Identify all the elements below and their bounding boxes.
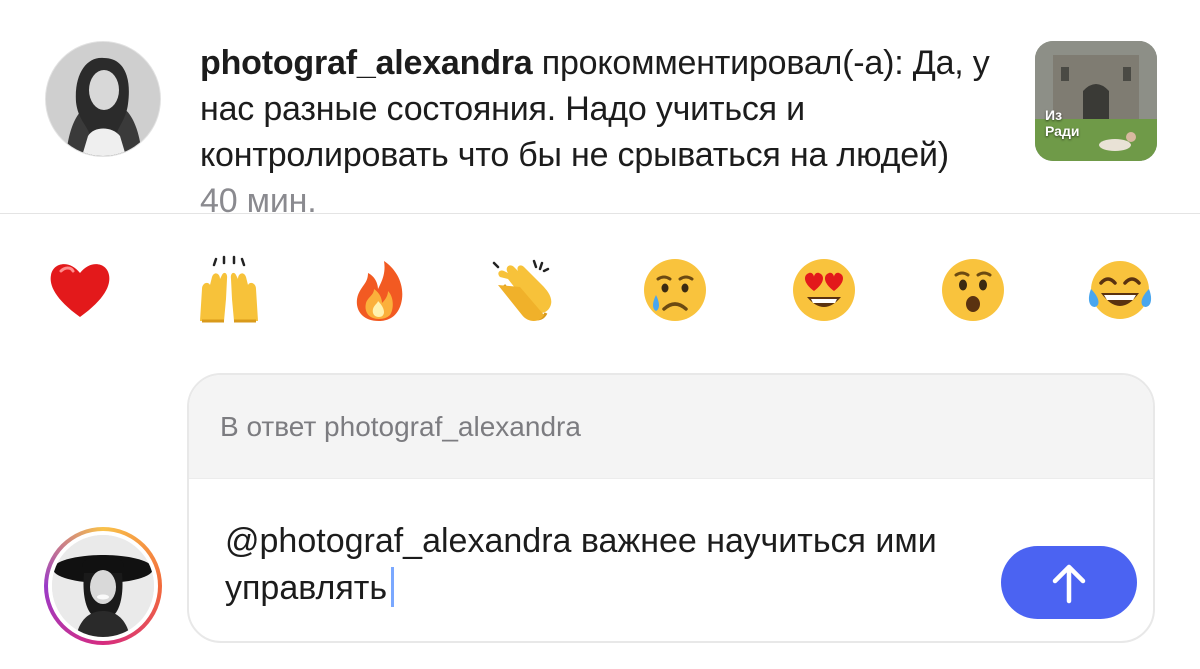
tears-of-joy-emoji-icon[interactable]	[1085, 255, 1155, 327]
arrow-up-icon	[1052, 564, 1086, 603]
fire-emoji-icon[interactable]	[344, 255, 414, 327]
crying-face-emoji-icon[interactable]	[640, 255, 710, 327]
heart-eyes-emoji-icon[interactable]	[789, 255, 859, 327]
post-thumbnail-caption: Из Ради	[1045, 107, 1080, 139]
send-button[interactable]	[1001, 546, 1137, 619]
heart-emoji-icon[interactable]	[45, 255, 115, 327]
comment-time: 40 мин.	[200, 182, 317, 220]
notification-action: прокомментировал(-а):	[532, 44, 913, 82]
commenter-avatar[interactable]	[46, 42, 160, 156]
comment-reply-screen: photograf_alexandra прокомментировал(-а)…	[0, 0, 1200, 669]
reply-to-label: В ответ photograf_alexandra	[220, 411, 581, 442]
reply-composer: В ответ photograf_alexandra @photograf_a…	[187, 373, 1155, 643]
reply-context-bar: В ответ photograf_alexandra	[189, 375, 1153, 479]
my-avatar-photo	[52, 535, 154, 637]
quick-reactions-row	[0, 255, 1200, 327]
my-avatar[interactable]	[44, 527, 162, 645]
post-thumbnail[interactable]: Из Ради	[1035, 41, 1157, 161]
post-thumbnail-photo-icon	[1035, 41, 1157, 161]
my-avatar-photo-icon	[52, 535, 154, 637]
clapping-hands-emoji-icon[interactable]	[490, 255, 560, 327]
reply-input-value[interactable]: @photograf_alexandra важнее научиться им…	[225, 522, 937, 607]
user-avatar-photo-icon	[46, 42, 160, 156]
commenter-username[interactable]: photograf_alexandra	[200, 44, 533, 82]
raising-hands-emoji-icon[interactable]	[194, 255, 264, 327]
reply-input[interactable]: @photograf_alexandra важнее научиться им…	[225, 518, 1005, 612]
text-caret	[391, 567, 395, 607]
comment-notification[interactable]: photograf_alexandra прокомментировал(-а)…	[0, 0, 1200, 220]
avatar-ring	[48, 531, 158, 641]
notification-text: photograf_alexandra прокомментировал(-а)…	[200, 40, 1000, 224]
surprised-face-emoji-icon[interactable]	[938, 255, 1008, 327]
